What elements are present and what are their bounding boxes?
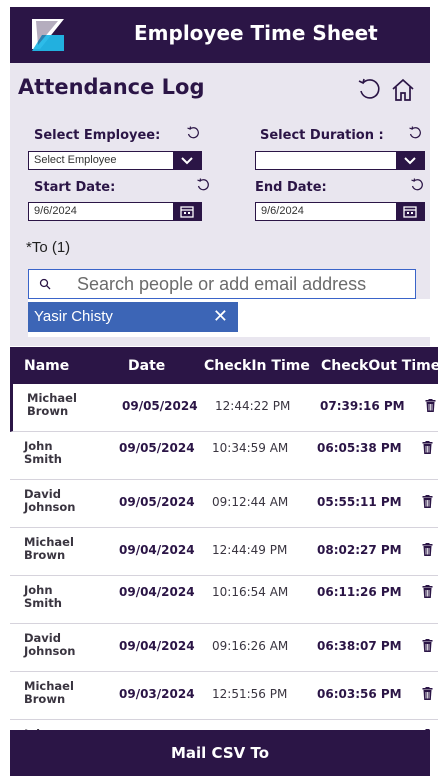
calendar-icon [173,203,201,220]
app-header: Employee Time Sheet [10,7,430,63]
cell-checkout: 06:05:38 PM [317,441,402,455]
mail-csv-button[interactable]: Mail CSV To [10,730,430,776]
column-header-checkout[interactable]: CheckOut Time [321,358,438,374]
table-row[interactable]: John Smith 09/05/2024 10:34:59 AM 06:05:38 … [10,432,438,480]
end-date-label: End Date: [255,180,327,195]
recipient-name: Yasir Chisty [34,308,113,325]
cell-checkout: 08:02:27 PM [317,543,402,557]
duration-label: Select Duration : [260,128,384,143]
cell-name: David Johnson [24,631,76,658]
table-row[interactable]: John Smith [10,720,438,730]
delete-icon[interactable] [422,585,433,598]
cell-name: John Smith [24,439,62,466]
cell-date: 09/05/2024 [119,441,195,455]
column-header-name[interactable]: Name [24,358,69,374]
cell-checkout: 06:03:56 PM [317,687,402,701]
start-date-picker[interactable]: 9/6/2024 [28,202,202,221]
search-placeholder: Search people or add email address [77,274,367,294]
table-header: Name Date CheckIn Time CheckOut Time [10,347,438,384]
cell-name: Michael Brown [27,391,77,418]
cell-name: Michael Brown [24,679,74,706]
table-row[interactable]: Michael Brown 09/04/2024 12:44:49 PM 08:02:… [10,528,438,576]
reset-employee-icon[interactable] [186,126,200,140]
recipient-chip[interactable]: Yasir Chisty ✕ [28,302,238,332]
cell-name: David Johnson [24,487,76,514]
reset-duration-icon[interactable] [408,126,422,140]
table-row[interactable]: John Smith 09/04/2024 10:16:54 AM 06:11:26 … [10,576,438,624]
cell-checkout: 06:38:07 PM [317,639,402,653]
cell-checkin: 12:44:49 PM [212,543,288,557]
cell-checkout: 07:39:16 PM [320,399,405,413]
reset-start-date-icon[interactable] [196,178,210,192]
cell-name: John Smith [24,583,62,610]
delete-icon[interactable] [422,441,433,454]
start-date-label: Start Date: [34,180,116,195]
table-row[interactable]: Michael Brown 09/03/2024 12:51:56 PM 06:03:… [10,672,438,720]
cell-checkin: 12:44:22 PM [215,399,291,413]
app-title: Employee Time Sheet [134,21,378,45]
delete-icon[interactable] [422,543,433,556]
app-logo-icon [32,19,64,51]
end-date-picker[interactable]: 9/6/2024 [255,202,425,221]
page-title: Attendance Log [18,75,205,99]
column-header-checkin[interactable]: CheckIn Time [204,358,310,374]
reset-end-date-icon[interactable] [410,178,424,192]
people-search-input[interactable]: Search people or add email address [28,269,416,299]
filter-panel: Attendance Log Select Employee: Select E… [10,63,430,346]
delete-icon[interactable] [422,687,433,700]
employee-label: Select Employee: [34,128,161,143]
recipient-list: Yasir Chisty ✕ [28,299,430,337]
table-row[interactable]: David Johnson 09/05/2024 09:12:44 AM 05:55:… [10,480,438,528]
remove-recipient-icon[interactable]: ✕ [213,306,228,327]
mail-to-label: *To (1) [26,239,71,256]
employee-dropdown[interactable]: Select Employee [28,151,202,170]
cell-checkin: 12:51:56 PM [212,687,288,701]
table-row[interactable]: Michael Brown 09/05/2024 12:44:22 PM 07:39:… [10,384,438,432]
chevron-down-icon [173,152,201,169]
chevron-down-icon [396,152,424,169]
start-date-value: 9/6/2024 [34,205,77,217]
cell-date: 09/04/2024 [119,639,195,653]
mail-csv-label: Mail CSV To [170,744,270,762]
column-header-date[interactable]: Date [128,358,165,374]
cell-date: 09/03/2024 [119,687,195,701]
cell-date: 09/05/2024 [119,495,195,509]
cell-checkin: 10:16:54 AM [212,585,289,599]
cell-checkin: 09:16:26 AM [212,639,289,653]
home-icon[interactable] [390,77,416,103]
cell-date: 09/04/2024 [119,543,195,557]
duration-dropdown[interactable] [255,151,425,170]
employee-dropdown-value: Select Employee [34,154,117,166]
table-row[interactable]: David Johnson 09/04/2024 09:16:26 AM 06:38:… [10,624,438,672]
end-date-value: 9/6/2024 [261,205,304,217]
cell-name: Michael Brown [24,535,74,562]
cell-checkout: 05:55:11 PM [317,495,402,509]
attendance-table: Michael Brown 09/05/2024 12:44:22 PM 07:39:… [10,384,438,730]
cell-checkout: 06:11:26 PM [317,585,402,599]
cell-date: 09/04/2024 [119,585,195,599]
search-icon [39,278,51,290]
delete-icon[interactable] [422,495,433,508]
cell-checkin: 09:12:44 AM [212,495,289,509]
cell-checkin: 10:34:59 AM [212,441,289,455]
delete-icon[interactable] [422,639,433,652]
cell-date: 09/05/2024 [122,399,198,413]
delete-icon[interactable] [425,399,436,412]
refresh-icon[interactable] [356,77,382,103]
calendar-icon [396,203,424,220]
